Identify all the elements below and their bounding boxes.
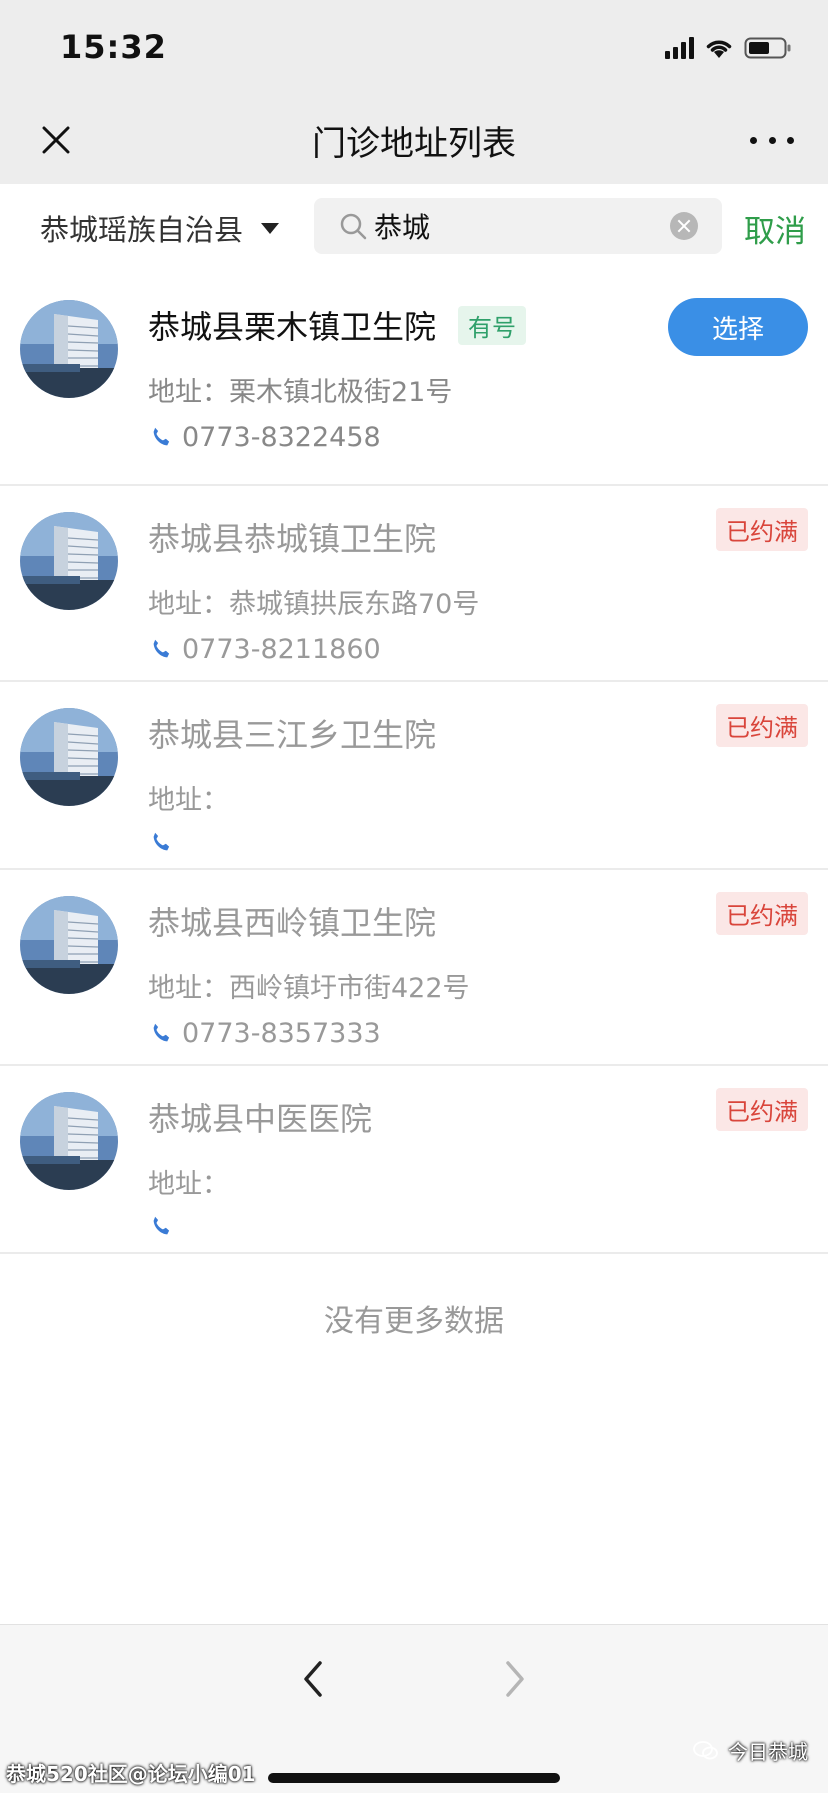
wifi-icon bbox=[704, 36, 734, 60]
avatar bbox=[20, 512, 118, 610]
status-time: 15:32 bbox=[60, 28, 167, 66]
address-text: 地址：西岭镇圩市街422号 bbox=[148, 973, 470, 1004]
status-badge: 已约满 bbox=[716, 704, 808, 747]
avatar bbox=[20, 896, 118, 994]
status-bar: 15:32 bbox=[0, 0, 828, 100]
phone-row[interactable]: 0773-8322458 bbox=[148, 422, 381, 453]
clinic-name: 恭城县恭城镇卫生院 bbox=[148, 520, 437, 558]
region-select[interactable]: 恭城瑶族自治县 bbox=[40, 206, 280, 250]
phone-row[interactable]: 0773-8211860 bbox=[148, 634, 381, 665]
status-badge: 已约满 bbox=[716, 508, 808, 551]
signal-icon bbox=[665, 37, 694, 59]
phone-icon bbox=[153, 832, 170, 851]
phone-icon bbox=[153, 1023, 170, 1041]
no-more-text: 没有更多数据 bbox=[324, 1304, 504, 1339]
clinic-name: 恭城县西岭镇卫生院 bbox=[148, 904, 437, 942]
phone-icon bbox=[153, 427, 170, 445]
search-box bbox=[314, 198, 722, 254]
phone-row[interactable]: 0773-8357333 bbox=[148, 1018, 381, 1049]
address-text: 地址：恭城镇拱辰东路70号 bbox=[148, 589, 480, 620]
battery-icon bbox=[744, 36, 792, 60]
address-text: 地址： bbox=[148, 1169, 229, 1200]
address-text: 地址： bbox=[148, 785, 229, 816]
clinic-name: 恭城县三江乡卫生院 bbox=[148, 716, 437, 754]
avatar bbox=[20, 708, 118, 806]
home-indicator bbox=[268, 1773, 560, 1783]
watermark-left: 恭城520社区@论坛小编01 bbox=[6, 1762, 256, 1786]
search-input[interactable] bbox=[374, 204, 664, 248]
nav-bar: 门诊地址列表 bbox=[0, 100, 828, 184]
list-item[interactable]: 恭城县西岭镇卫生院 已约满 地址：西岭镇圩市街422号 0773-8357333 bbox=[0, 870, 828, 1066]
avatar bbox=[20, 1092, 118, 1190]
page-title: 门诊地址列表 bbox=[312, 124, 516, 164]
status-icons bbox=[665, 36, 792, 60]
phone-row[interactable] bbox=[148, 1214, 182, 1240]
availability-tag: 有号 bbox=[458, 306, 526, 345]
list-item[interactable]: 恭城县栗木镇卫生院 有号 选择 地址：栗木镇北极街21号 0773-832245… bbox=[0, 274, 828, 486]
search-icon bbox=[340, 213, 367, 240]
back-icon[interactable] bbox=[294, 1659, 334, 1699]
more-icon[interactable] bbox=[750, 120, 794, 160]
phone-icon bbox=[153, 639, 170, 657]
clinic-name: 恭城县中医医院 bbox=[148, 1100, 373, 1138]
address-text: 地址：栗木镇北极街21号 bbox=[148, 377, 453, 408]
select-button[interactable]: 选择 bbox=[668, 298, 808, 356]
avatar bbox=[20, 300, 118, 398]
forward-icon bbox=[494, 1659, 534, 1699]
list-item[interactable]: 恭城县恭城镇卫生院 已约满 地址：恭城镇拱辰东路70号 0773-8211860 bbox=[0, 486, 828, 682]
watermark-right: 今日恭城 bbox=[692, 1736, 808, 1765]
search-row: 恭城瑶族自治县 取消 bbox=[0, 184, 828, 274]
status-badge: 已约满 bbox=[716, 892, 808, 935]
phone-number: 0773-8211860 bbox=[182, 634, 381, 665]
phone-icon bbox=[153, 1216, 170, 1235]
cancel-button[interactable]: 取消 bbox=[744, 206, 806, 251]
wechat-icon bbox=[693, 1740, 718, 1759]
clear-icon[interactable] bbox=[670, 212, 698, 240]
status-badge: 已约满 bbox=[716, 1088, 808, 1131]
caret-down-icon bbox=[261, 222, 280, 234]
clinic-name: 恭城县栗木镇卫生院 bbox=[148, 308, 437, 346]
watermark-right-text: 今日恭城 bbox=[728, 1740, 808, 1764]
region-label: 恭城瑶族自治县 bbox=[40, 213, 244, 247]
list-item[interactable]: 恭城县中医医院 已约满 地址： bbox=[0, 1066, 828, 1254]
phone-number: 0773-8322458 bbox=[182, 422, 381, 453]
list-item[interactable]: 恭城县三江乡卫生院 已约满 地址： bbox=[0, 682, 828, 870]
bottom-nav: 恭城520社区@论坛小编01 今日恭城 bbox=[0, 1624, 828, 1793]
phone-number: 0773-8357333 bbox=[182, 1018, 381, 1049]
phone-row[interactable] bbox=[148, 830, 182, 856]
clinic-list: 恭城县栗木镇卫生院 有号 选择 地址：栗木镇北极街21号 0773-832245… bbox=[0, 274, 828, 1254]
